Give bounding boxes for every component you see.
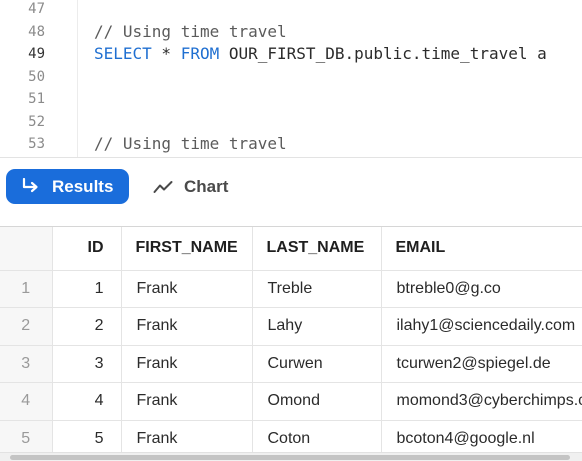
return-arrow-icon	[22, 178, 38, 193]
results-grid[interactable]: ID FIRST_NAME LAST_NAME EMAIL 1 1 Frank Tre…	[0, 226, 582, 461]
trend-line-icon	[153, 180, 173, 193]
row-number: 2	[0, 307, 53, 346]
sql-keyword: FROM	[180, 44, 220, 63]
code-line[interactable]: 52	[0, 111, 582, 134]
table-row[interactable]: 3 3 Frank Curwen tcurwen2@spiegel.de	[0, 345, 582, 383]
cell-last-name[interactable]: Treble	[252, 270, 382, 308]
cell-email[interactable]: ilahy1@sciencedaily.com	[381, 307, 582, 346]
column-header-first-name[interactable]: FIRST_NAME	[121, 227, 253, 271]
cell-last-name[interactable]: Lahy	[252, 307, 382, 346]
code-line[interactable]: 48 // Using time travel	[0, 21, 582, 44]
cell-first-name[interactable]: Frank	[121, 307, 253, 346]
line-number: 49	[28, 46, 45, 62]
table-row[interactable]: 1 1 Frank Treble btreble0@g.co	[0, 270, 582, 308]
cell-id[interactable]: 2	[52, 307, 122, 346]
cell-email[interactable]: btreble0@g.co	[381, 270, 582, 308]
cell-email[interactable]: tcurwen2@spiegel.de	[381, 345, 582, 383]
horizontal-scrollbar[interactable]	[0, 452, 582, 461]
sql-editor[interactable]: 47 48 // Using time travel 49 SELECT * FROM …	[0, 0, 582, 157]
table-row[interactable]: 44FrankOmondmomond3@cyberchimps.com	[0, 382, 582, 421]
column-header-id[interactable]: ID	[52, 227, 122, 271]
code-comment: // Using time travel	[94, 134, 287, 153]
cell-first-name[interactable]: Frank	[121, 345, 253, 383]
cell-last-name[interactable]: Curwen	[252, 345, 382, 383]
code-text[interactable]: // Using time travel	[94, 133, 287, 155]
code-comment: // Using time travel	[94, 21, 287, 41]
code-token: *	[151, 44, 181, 63]
cell-id[interactable]: 3	[52, 345, 122, 383]
line-number: 47	[28, 1, 45, 17]
code-text[interactable]: SELECT * FROM OUR_FIRST_DB.public.time_t…	[94, 43, 547, 65]
cell-email[interactable]: momond3@cyberchimps.com	[381, 382, 582, 421]
tab-results[interactable]: Results	[6, 169, 129, 204]
code-line[interactable]: 49 SELECT * FROM OUR_FIRST_DB.public.time…	[0, 43, 582, 66]
line-number: 48	[28, 23, 45, 40]
cell-first-name[interactable]: Frank	[121, 382, 253, 421]
sql-keyword: SELECT	[94, 44, 152, 63]
line-number: 51	[28, 91, 45, 107]
column-header-last-name[interactable]: LAST_NAME	[252, 227, 382, 271]
code-text[interactable]: // Using time travel	[94, 21, 287, 43]
line-number: 53	[28, 136, 45, 152]
line-number: 50	[28, 68, 45, 85]
code-line[interactable]: 53 // Using time travel	[0, 133, 582, 156]
tab-results-label: Results	[52, 176, 114, 196]
row-number: 1	[0, 270, 53, 308]
code-line[interactable]: 51	[0, 88, 582, 111]
code-line[interactable]: 50	[0, 66, 582, 89]
code-token: OUR_FIRST_DB.public.time_travel a	[219, 44, 547, 63]
table-header-row: ID FIRST_NAME LAST_NAME EMAIL	[0, 227, 582, 271]
code-line[interactable]: 47	[0, 0, 582, 21]
cell-last-name[interactable]: Omond	[252, 382, 382, 421]
row-number: 3	[0, 345, 53, 383]
results-table: ID FIRST_NAME LAST_NAME EMAIL 1 1 Frank Tre…	[0, 227, 582, 458]
scrollbar-thumb[interactable]	[10, 455, 570, 460]
row-number: 4	[0, 382, 53, 421]
cell-first-name[interactable]: Frank	[121, 270, 253, 308]
tab-chart[interactable]: Chart	[153, 169, 243, 204]
line-number: 52	[28, 113, 45, 130]
row-number-header	[0, 227, 53, 271]
cell-id[interactable]: 1	[52, 270, 122, 308]
column-header-email[interactable]: EMAIL	[381, 227, 582, 271]
results-toolbar: Results Chart	[0, 157, 582, 226]
tab-chart-label: Chart	[184, 176, 229, 196]
cell-id[interactable]: 4	[52, 382, 122, 421]
table-row[interactable]: 2 2 Frank Lahy ilahy1@sciencedaily.com	[0, 307, 582, 346]
